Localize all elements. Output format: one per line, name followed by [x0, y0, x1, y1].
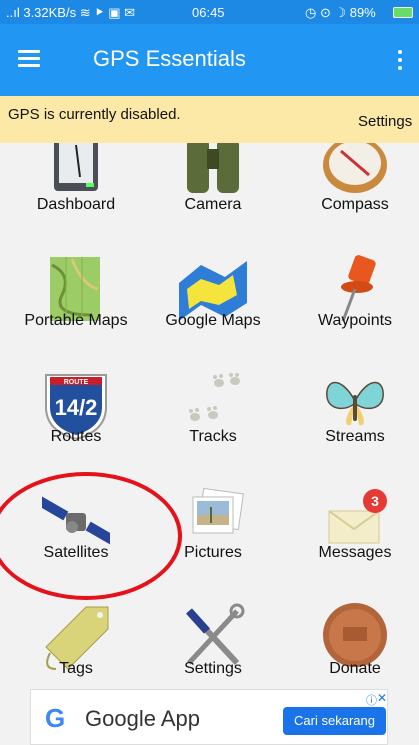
status-indicators: ◷ ⊙ ☽ 89%: [305, 5, 376, 20]
ad-banner[interactable]: G Google App Cari sekarang ⓘ ✕: [30, 689, 388, 745]
tile-tracks[interactable]: Tracks: [143, 367, 283, 483]
feature-grid: Dashboard Camera Compass Portable Maps G…: [0, 143, 419, 688]
tile-label: Portable Maps: [24, 312, 128, 329]
info-icon[interactable]: ⓘ: [366, 692, 377, 708]
status-time: 06:45: [192, 5, 225, 20]
tile-label: Messages: [318, 544, 392, 561]
tile-portable-maps[interactable]: Portable Maps: [6, 251, 146, 367]
close-icon[interactable]: ✕: [377, 691, 387, 705]
battery-icon: [393, 7, 413, 18]
app-title: GPS Essentials: [93, 46, 246, 71]
tile-compass[interactable]: Compass: [285, 143, 419, 251]
gps-disabled-banner: GPS is currently disabled. Settings: [0, 96, 419, 143]
route-shield-number: 14/2: [55, 395, 98, 420]
tile-donate[interactable]: Donate: [285, 599, 419, 688]
tile-waypoints[interactable]: Waypoints: [285, 251, 419, 367]
tile-label: Donate: [329, 660, 381, 677]
google-logo-icon: G: [45, 703, 66, 733]
tile-label: Settings: [184, 660, 242, 677]
tile-label: Tracks: [189, 428, 237, 445]
tile-dashboard[interactable]: Dashboard: [6, 143, 146, 251]
tile-label: Routes: [50, 428, 102, 445]
unread-badge: 3: [371, 493, 379, 509]
tile-label: Dashboard: [36, 196, 116, 213]
banner-message: GPS is currently disabled.: [8, 106, 181, 123]
tile-streams[interactable]: Streams: [285, 367, 419, 483]
tile-label: Google Maps: [165, 312, 261, 329]
tile-label: Compass: [321, 196, 389, 213]
tile-settings[interactable]: Settings: [143, 599, 283, 688]
tile-tags[interactable]: Tags: [6, 599, 146, 688]
tile-google-maps[interactable]: Google Maps: [143, 251, 283, 367]
banner-settings-button[interactable]: Settings: [358, 113, 412, 130]
ad-cta-button[interactable]: Cari sekarang: [283, 707, 386, 735]
tile-label: Camera: [184, 196, 242, 213]
app-bar: GPS Essentials: [0, 24, 419, 96]
tile-messages[interactable]: 3 Messages: [285, 483, 419, 599]
ad-title: Google App: [85, 706, 200, 731]
route-shield-top-text: ROUTE: [64, 379, 89, 386]
tile-camera[interactable]: Camera: [143, 143, 283, 251]
tile-label: Tags: [59, 660, 93, 677]
status-bar: ..ıl 3.32KB/s ≋ ⯈ ▣ ✉ 06:45 ◷ ⊙ ☽ 89%: [0, 0, 419, 24]
tile-label: Streams: [325, 428, 385, 445]
more-vert-icon[interactable]: [395, 48, 405, 72]
tile-label: Waypoints: [317, 312, 393, 329]
hamburger-icon[interactable]: [18, 50, 40, 68]
tile-routes[interactable]: ROUTE 14/2 Routes: [6, 367, 146, 483]
status-network: ..ıl 3.32KB/s ≋ ⯈ ▣ ✉: [6, 5, 136, 20]
